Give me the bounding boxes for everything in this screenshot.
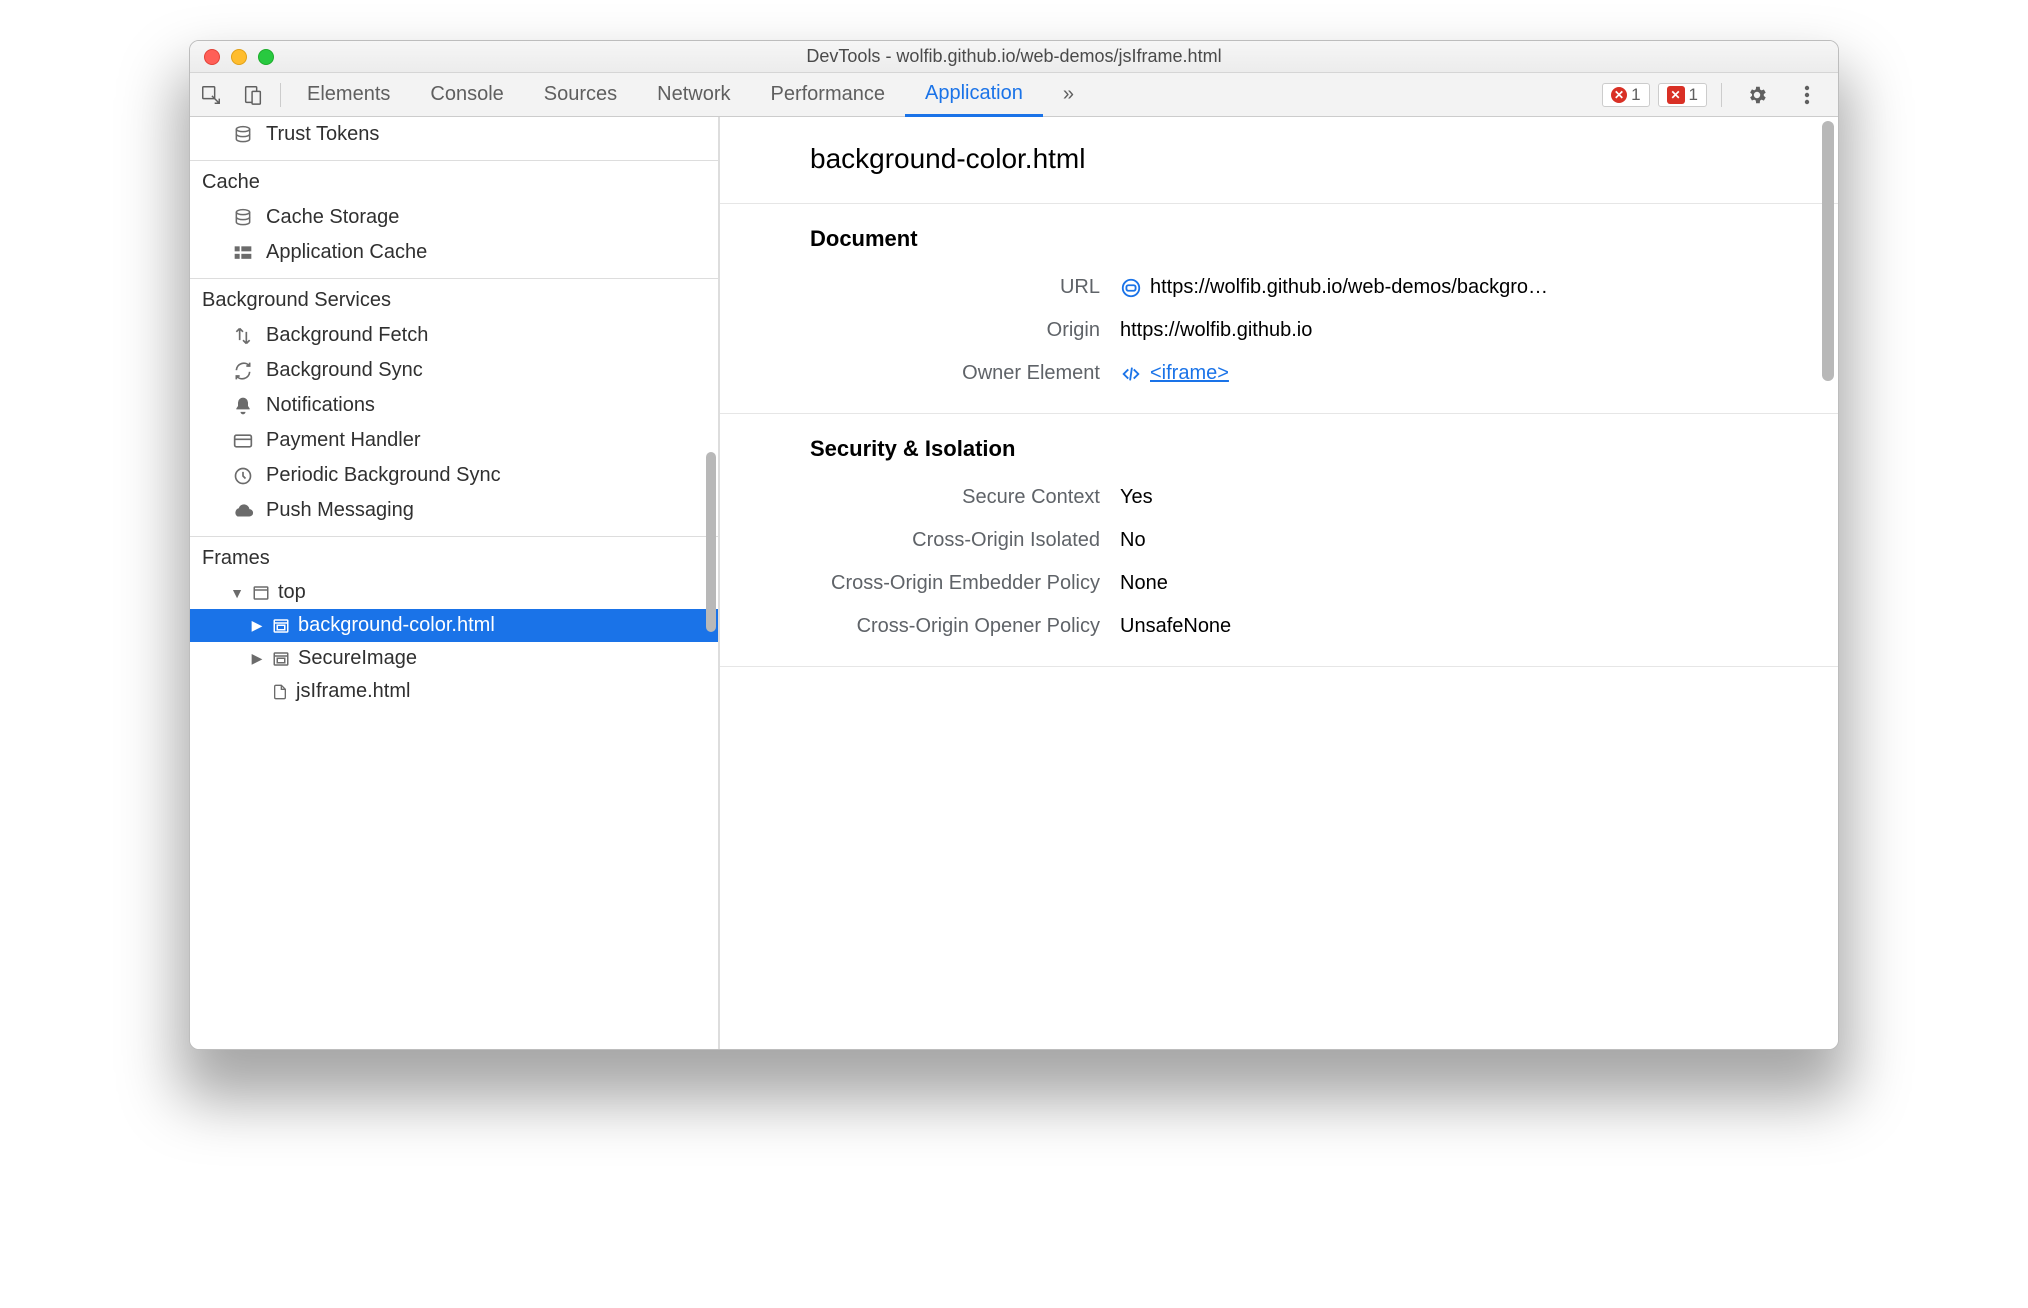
frame-secure-image[interactable]: ▶ SecureImage (190, 642, 718, 675)
devtools-window: DevTools - wolfib.github.io/web-demos/js… (189, 40, 1839, 1050)
console-errors-badge[interactable]: ✕ 1 (1602, 83, 1649, 107)
issues-badge[interactable]: ✕ 1 (1658, 83, 1707, 107)
sidebar-item-background-sync[interactable]: Background Sync (190, 353, 718, 388)
chevron-down-icon[interactable]: ▼ (230, 585, 244, 601)
tabs-overflow-icon[interactable]: » (1043, 73, 1094, 116)
sidebar-item-cache-storage[interactable]: Cache Storage (190, 200, 718, 235)
cloud-icon (232, 500, 254, 522)
frame-details-panel[interactable]: background-color.html Document URL https… (720, 117, 1838, 1049)
iframe-icon (272, 650, 290, 668)
settings-icon[interactable] (1742, 80, 1772, 110)
transfer-icon (232, 325, 254, 347)
origin-value: https://wolfib.github.io (1120, 319, 1312, 342)
inspect-icon[interactable] (196, 80, 226, 110)
sidebar-scrollbar[interactable] (706, 452, 716, 632)
separator (280, 83, 281, 107)
owner-element-link[interactable]: <iframe> (1150, 362, 1229, 385)
row-secure-context: Secure Context Yes (720, 476, 1838, 519)
bg-services-heading: Background Services (190, 279, 718, 318)
security-heading: Security & Isolation (720, 436, 1838, 476)
window-icon (252, 584, 270, 602)
issue-icon: ✕ (1667, 86, 1685, 104)
sidebar-item-notifications[interactable]: Notifications (190, 388, 718, 423)
sidebar-item-application-cache[interactable]: Application Cache (190, 235, 718, 270)
tab-performance[interactable]: Performance (751, 73, 906, 116)
trust-tokens-label: Trust Tokens (266, 123, 379, 146)
row-coop: Cross-Origin Opener Policy UnsafeNone (720, 605, 1838, 648)
sidebar-item-payment-handler[interactable]: Payment Handler (190, 423, 718, 458)
url-value: https://wolfib.github.io/web-demos/backg… (1150, 276, 1548, 299)
iframe-icon (272, 617, 290, 635)
titlebar: DevTools - wolfib.github.io/web-demos/js… (190, 41, 1838, 73)
separator (1721, 83, 1722, 107)
error-count: 1 (1631, 85, 1640, 105)
row-coep: Cross-Origin Embedder Policy None (720, 562, 1838, 605)
bell-icon (232, 395, 254, 417)
cache-heading: Cache (190, 161, 718, 200)
file-icon (272, 683, 288, 701)
tab-application[interactable]: Application (905, 73, 1043, 117)
tab-sources[interactable]: Sources (524, 73, 637, 116)
card-icon (232, 430, 254, 452)
page-title: background-color.html (720, 117, 1838, 203)
owner-label: Owner Element (720, 362, 1120, 385)
database-icon (232, 124, 254, 146)
sidebar-item-background-fetch[interactable]: Background Fetch (190, 318, 718, 353)
frame-background-color[interactable]: ▶ background-color.html (190, 609, 718, 642)
sidebar-item-periodic-sync[interactable]: Periodic Background Sync (190, 458, 718, 493)
grid-icon (232, 242, 254, 264)
chevron-right-icon[interactable]: ▶ (250, 617, 264, 634)
inspect-element-icon[interactable] (1120, 277, 1142, 299)
error-icon: ✕ (1611, 87, 1627, 103)
row-cross-origin-isolated: Cross-Origin Isolated No (720, 519, 1838, 562)
database-icon (232, 207, 254, 229)
panel-body: Trust Tokens Cache Cache Storage Applica… (190, 117, 1838, 1049)
row-url: URL https://wolfib.github.io/web-demos/b… (720, 266, 1838, 309)
application-sidebar[interactable]: Trust Tokens Cache Cache Storage Applica… (190, 117, 720, 1049)
clock-icon (232, 465, 254, 487)
url-label: URL (720, 276, 1120, 299)
more-icon[interactable] (1792, 80, 1822, 110)
tab-elements[interactable]: Elements (287, 73, 410, 116)
document-heading: Document (720, 226, 1838, 266)
window-title: DevTools - wolfib.github.io/web-demos/js… (190, 46, 1838, 67)
device-toggle-icon[interactable] (238, 80, 268, 110)
chevron-right-icon[interactable]: ▶ (250, 650, 264, 667)
issue-count: 1 (1689, 85, 1698, 105)
sidebar-item-trust-tokens[interactable]: Trust Tokens (190, 117, 718, 152)
tab-console[interactable]: Console (410, 73, 523, 116)
row-owner-element: Owner Element <iframe> (720, 352, 1838, 395)
main-scrollbar[interactable] (1822, 121, 1834, 381)
toolbar: Elements Console Sources Network Perform… (190, 73, 1838, 117)
sidebar-item-push-messaging[interactable]: Push Messaging (190, 493, 718, 528)
frame-top[interactable]: ▼ top (190, 576, 718, 609)
element-icon[interactable] (1120, 363, 1142, 385)
spacer (250, 684, 264, 700)
origin-label: Origin (720, 319, 1120, 342)
panel-tabs: Elements Console Sources Network Perform… (287, 73, 1094, 116)
frames-heading: Frames (190, 537, 718, 576)
divider (720, 666, 1838, 667)
sync-icon (232, 360, 254, 382)
row-origin: Origin https://wolfib.github.io (720, 309, 1838, 352)
frame-jsiframe[interactable]: jsIframe.html (190, 675, 718, 708)
tab-network[interactable]: Network (637, 73, 750, 116)
